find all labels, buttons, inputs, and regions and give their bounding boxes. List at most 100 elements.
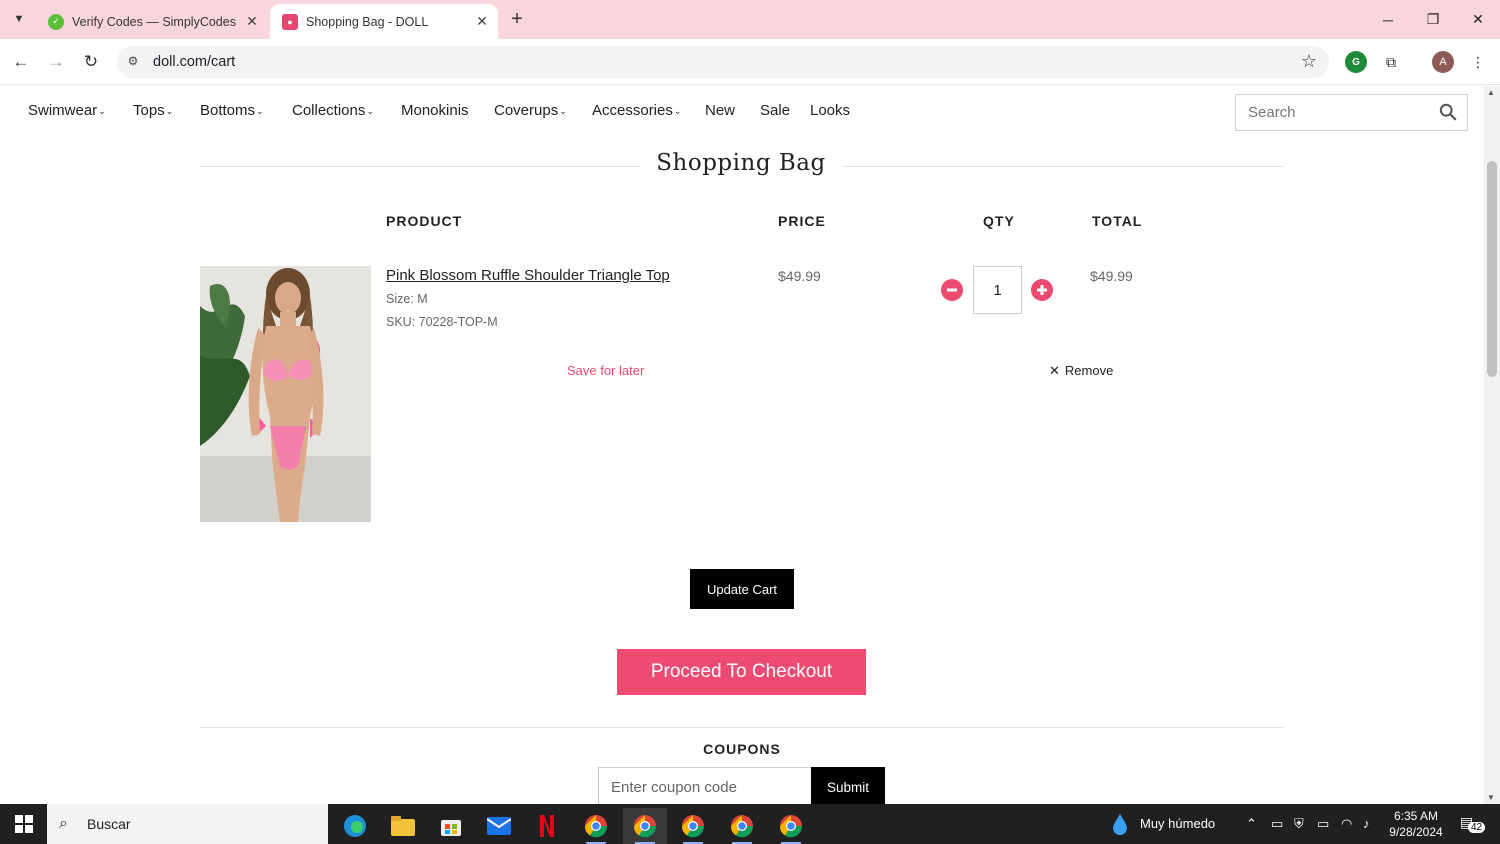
nav-swimwear[interactable]: Swimwear⌄ <box>28 102 106 119</box>
chrome-icon[interactable] <box>574 808 618 844</box>
divider <box>843 166 1284 167</box>
notification-count: 42 <box>1468 822 1486 833</box>
browser-tab-strip: ▼ ✓ Verify Codes — SimplyCodes ✕ ● Shopp… <box>0 0 1500 39</box>
nav-new[interactable]: New <box>705 102 735 119</box>
close-icon: ✕ <box>1049 363 1060 378</box>
profile-avatar[interactable]: A <box>1432 51 1454 73</box>
reload-icon[interactable]: ↻ <box>78 49 104 75</box>
product-sku: SKU: 70228-TOP-M <box>386 315 498 329</box>
bookmark-star-icon[interactable]: ☆ <box>1301 51 1317 72</box>
coupons-heading: COUPONS <box>703 741 781 757</box>
url-text[interactable]: doll.com/cart <box>153 54 235 70</box>
coupon-submit-button[interactable]: Submit <box>811 767 885 807</box>
scroll-up-icon[interactable]: ▲ <box>1487 88 1495 97</box>
search-input[interactable] <box>1236 95 1426 130</box>
remove-item-button[interactable]: ✕ Remove <box>1049 363 1113 379</box>
weather-droplet-icon[interactable] <box>1108 812 1132 839</box>
update-cart-button[interactable]: Update Cart <box>690 569 794 609</box>
nav-label: Bottoms <box>200 102 256 119</box>
tab-simplycodes[interactable]: ✓ Verify Codes — SimplyCodes ✕ <box>36 4 268 39</box>
nav-label: Sale <box>760 102 791 119</box>
forward-icon[interactable]: → <box>43 49 69 75</box>
minus-icon <box>947 288 957 292</box>
nav-coverups[interactable]: Coverups⌄ <box>494 102 567 119</box>
coupon-code-input[interactable] <box>598 767 812 807</box>
chrome-profile-icon[interactable] <box>623 808 667 844</box>
taskbar-search[interactable]: ⌕ Buscar <box>47 804 328 844</box>
save-for-later-link[interactable]: Save for later <box>567 363 644 378</box>
extension-grammar-icon[interactable]: G <box>1345 51 1367 73</box>
site-info-icon[interactable]: ⚙ <box>125 54 141 70</box>
nav-monokinis[interactable]: Monokinis <box>401 102 469 119</box>
scrollbar-thumb[interactable] <box>1487 161 1497 377</box>
edge-icon[interactable] <box>333 808 377 844</box>
mail-icon[interactable] <box>477 808 521 844</box>
windows-start-icon[interactable] <box>0 804 47 844</box>
remove-label: Remove <box>1064 363 1114 378</box>
file-explorer-icon[interactable] <box>381 808 425 844</box>
chrome-profile-icon[interactable] <box>671 808 715 844</box>
tab-search-chevron-icon[interactable]: ▼ <box>8 8 30 30</box>
quantity-input[interactable] <box>973 266 1022 314</box>
nav-collections[interactable]: Collections⌄ <box>292 102 374 119</box>
wifi-icon[interactable]: ◠ <box>1341 816 1352 832</box>
notifications-icon[interactable]: ▤ 42 <box>1460 814 1486 834</box>
product-size: Size: M <box>386 292 428 306</box>
divider <box>200 727 1284 728</box>
chrome-profile-icon[interactable] <box>769 808 813 844</box>
battery-icon[interactable]: ▭ <box>1317 816 1329 832</box>
clock-time: 6:35 AM <box>1393 809 1439 823</box>
nav-label: Accessories <box>592 102 673 119</box>
back-icon[interactable]: ← <box>8 49 34 75</box>
checkout-button[interactable]: Proceed To Checkout <box>617 649 866 695</box>
close-tab-icon[interactable]: ✕ <box>472 12 492 32</box>
tab-doll[interactable]: ● Shopping Bag - DOLL ✕ <box>270 4 498 39</box>
taskbar-clock[interactable]: 6:35 AM 9/28/2024 <box>1386 808 1446 840</box>
search-icon[interactable] <box>1439 103 1457 121</box>
nav-sale[interactable]: Sale <box>760 102 790 119</box>
chevron-down-icon: ⌄ <box>256 106 264 116</box>
site-search <box>1235 94 1468 131</box>
page-scrollbar[interactable]: ▲ ▼ <box>1484 86 1500 804</box>
chevron-down-icon: ⌄ <box>673 106 682 116</box>
search-icon: ⌕ <box>59 815 68 832</box>
store-icon[interactable] <box>429 808 473 844</box>
product-name-link[interactable]: Pink Blossom Ruffle Shoulder Triangle To… <box>386 267 670 284</box>
chevron-down-icon: ⌄ <box>366 106 374 116</box>
nav-looks[interactable]: Looks <box>810 102 850 119</box>
tab-label: Verify Codes — SimplyCodes <box>72 14 236 29</box>
nav-label: Tops <box>133 102 165 119</box>
weather-text[interactable]: Muy húmedo <box>1140 816 1215 831</box>
nav-accessories[interactable]: Accessories⌄ <box>592 102 681 119</box>
tab-label: Shopping Bag - DOLL <box>306 14 429 29</box>
column-header-product: PRODUCT <box>386 213 463 229</box>
security-icon[interactable]: ⛨ <box>1294 816 1304 832</box>
nav-tops[interactable]: Tops⌄ <box>133 102 173 119</box>
nav-label: Collections <box>292 102 366 119</box>
minimize-icon[interactable]: ─ <box>1365 0 1411 39</box>
chrome-profile-icon[interactable] <box>720 808 764 844</box>
new-tab-icon[interactable]: + <box>506 8 528 30</box>
clock-date: 9/28/2024 <box>1389 825 1443 839</box>
nav-bottoms[interactable]: Bottoms⌄ <box>200 102 264 119</box>
scroll-down-icon[interactable]: ▼ <box>1487 793 1495 802</box>
nav-label: Monokinis <box>401 102 469 119</box>
increase-qty-button[interactable] <box>1031 279 1053 301</box>
close-window-icon[interactable]: ✕ <box>1455 0 1500 39</box>
restore-icon[interactable]: ❐ <box>1410 0 1456 39</box>
volume-icon[interactable]: ♪ <box>1363 816 1370 831</box>
netflix-icon[interactable] <box>525 808 569 844</box>
decrease-qty-button[interactable] <box>941 279 963 301</box>
product-image[interactable] <box>200 266 371 522</box>
omnibox[interactable]: ⚙ doll.com/cart ☆ <box>117 46 1329 78</box>
divider <box>200 166 640 167</box>
extensions-puzzle-icon[interactable]: ⧉ <box>1380 51 1402 73</box>
close-tab-icon[interactable]: ✕ <box>242 12 262 32</box>
plus-icon <box>1037 285 1047 295</box>
meet-icon[interactable]: ▭ <box>1271 816 1283 832</box>
nav-label: New <box>705 102 736 119</box>
page-title: Shopping Bag <box>656 150 826 176</box>
show-hidden-icons-icon[interactable]: ⌃ <box>1246 816 1257 832</box>
browser-menu-icon[interactable]: ⋮ <box>1467 51 1489 73</box>
nav-label: Swimwear <box>28 102 98 119</box>
